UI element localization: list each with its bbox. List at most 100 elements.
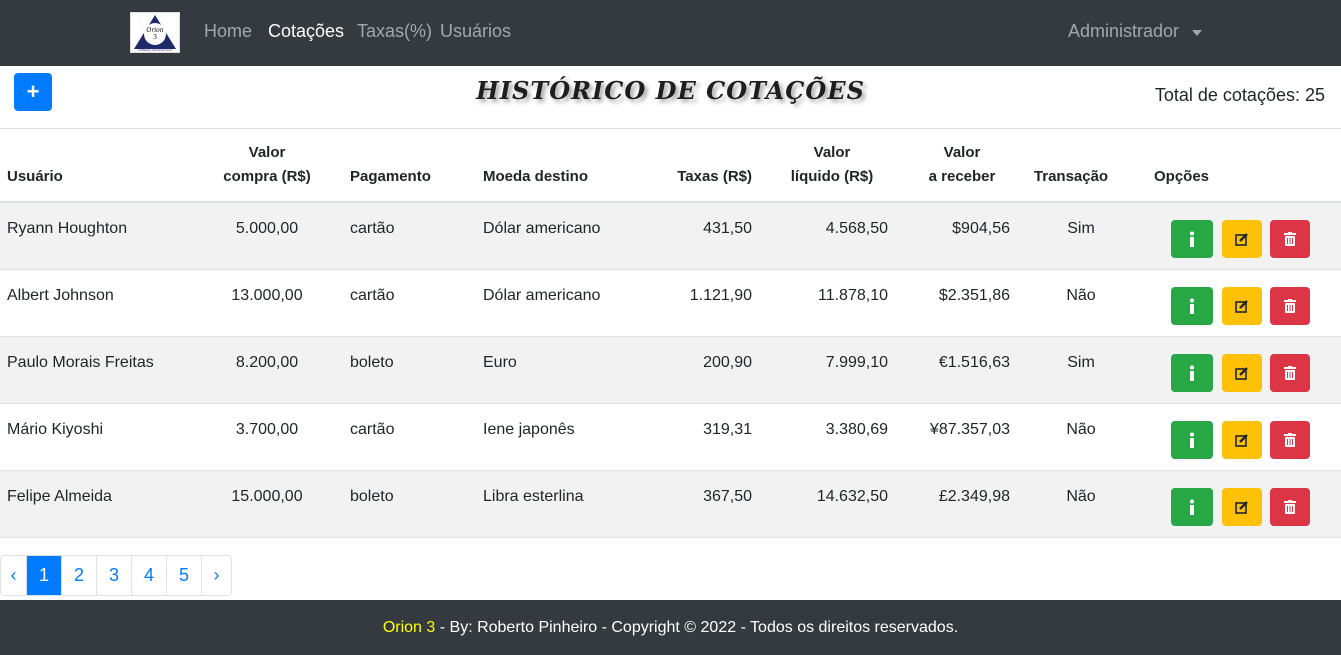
col-header-valor-compra[interactable]: Valor compra (R$) — [207, 141, 327, 189]
table-top-border — [0, 128, 1341, 129]
cell-taxas: 200,90 — [703, 354, 752, 371]
cell-valor-compra: 5.000,00 — [235, 220, 299, 237]
nav-home-link[interactable]: Home — [204, 21, 252, 42]
edit-button[interactable] — [1222, 421, 1262, 459]
cell-pagamento: boleto — [350, 488, 394, 505]
delete-button[interactable] — [1270, 488, 1310, 526]
info-icon — [1190, 365, 1194, 381]
cell-usuario: Albert Johnson — [7, 287, 114, 304]
table-row: Felipe Almeida 15.000,00 boleto Libra es… — [0, 471, 1341, 538]
cell-valor-liquido: 7.999,10 — [825, 354, 888, 371]
info-button[interactable] — [1171, 287, 1213, 325]
cell-transacao: Não — [1066, 421, 1096, 438]
nav-taxas-link[interactable]: Taxas(%) — [357, 21, 432, 42]
cell-valor-compra: 3.700,00 — [235, 421, 299, 438]
cell-valor-receber: €1.516,63 — [938, 354, 1010, 371]
cell-transacao: Não — [1066, 287, 1096, 304]
cell-valor-liquido: 11.878,10 — [818, 287, 888, 304]
info-icon — [1190, 499, 1194, 515]
delete-button[interactable] — [1270, 354, 1310, 392]
cell-valor-liquido: 3.380,69 — [825, 421, 888, 438]
edit-icon — [1235, 367, 1248, 380]
cell-moeda: Iene japonês — [483, 421, 575, 438]
edit-icon — [1235, 501, 1248, 514]
info-icon — [1190, 432, 1194, 448]
cell-valor-receber: £2.349,98 — [938, 488, 1010, 505]
cell-transacao: Não — [1066, 488, 1096, 505]
edit-button[interactable] — [1222, 287, 1262, 325]
trash-icon — [1284, 500, 1296, 514]
cell-valor-liquido: 4.568,50 — [825, 220, 888, 237]
pagination-next[interactable]: › — [201, 556, 231, 595]
trash-icon — [1284, 433, 1296, 447]
col-header-valor-receber[interactable]: Valor a receber — [912, 141, 1012, 189]
col-header-moeda-destino[interactable]: Moeda destino — [483, 165, 588, 189]
cell-moeda: Dólar americano — [483, 287, 601, 304]
info-button[interactable] — [1171, 488, 1213, 526]
pagination: ‹ 1 2 3 4 5 › — [0, 555, 232, 596]
cell-taxas: 367,50 — [703, 488, 752, 505]
pagination-page-3[interactable]: 3 — [96, 556, 131, 595]
logo-text-num: 3 — [153, 34, 157, 41]
user-menu-dropdown[interactable]: Administrador — [1068, 21, 1179, 42]
footer-brand: Orion 3 — [382, 619, 436, 636]
cell-valor-compra: 13.000,00 — [231, 287, 303, 304]
edit-button[interactable] — [1222, 488, 1262, 526]
nav-usuarios-link[interactable]: Usuários — [440, 21, 511, 42]
trash-icon — [1284, 366, 1296, 380]
trash-icon — [1284, 299, 1296, 313]
pagination-prev[interactable]: ‹ — [1, 556, 26, 595]
col-header-usuario[interactable]: Usuário — [7, 165, 63, 189]
cell-usuario: Mário Kiyoshi — [7, 421, 104, 438]
col-header-opcoes: Opções — [1154, 168, 1210, 185]
cell-pagamento: cartão — [350, 421, 395, 438]
cell-taxas: 1.121,90 — [689, 287, 752, 304]
nav-cotacoes-link[interactable]: Cotações — [268, 21, 344, 42]
delete-button[interactable] — [1270, 220, 1310, 258]
cell-transacao: Sim — [1067, 220, 1095, 237]
info-button[interactable] — [1171, 421, 1213, 459]
info-button[interactable] — [1171, 220, 1213, 258]
cell-valor-receber: $2.351,86 — [938, 287, 1010, 304]
info-button[interactable] — [1171, 354, 1213, 392]
cell-usuario: Felipe Almeida — [7, 488, 112, 505]
logo-text-top: Orion — [146, 27, 163, 34]
edit-icon — [1235, 434, 1248, 447]
table-row: Paulo Morais Freitas 8.200,00 boleto Eur… — [0, 337, 1341, 404]
info-icon — [1190, 298, 1194, 314]
col-header-pagamento[interactable]: Pagamento — [350, 165, 431, 189]
cell-moeda: Dólar americano — [483, 220, 601, 237]
cell-transacao: Sim — [1067, 354, 1095, 371]
cell-pagamento: cartão — [350, 287, 395, 304]
edit-button[interactable] — [1222, 354, 1262, 392]
cell-taxas: 319,31 — [703, 421, 752, 438]
logo-subtitle: software development — [138, 48, 172, 52]
pagination-page-2[interactable]: 2 — [61, 556, 96, 595]
delete-button[interactable] — [1270, 287, 1310, 325]
col-header-transacao[interactable]: Transação — [1026, 165, 1116, 189]
cell-valor-receber: ¥87.357,03 — [929, 421, 1010, 438]
cell-moeda: Libra esterlina — [483, 488, 584, 505]
table-row: Mário Kiyoshi 3.700,00 cartão Iene japon… — [0, 404, 1341, 471]
footer-copyright: - By: Roberto Pinheiro - Copyright © 202… — [435, 619, 959, 636]
cell-usuario: Ryann Houghton — [7, 220, 128, 237]
orion-logo[interactable]: Orion 3 software development — [130, 12, 180, 53]
total-quotations-count: Total de cotações: 25 — [1154, 85, 1325, 105]
chevron-down-icon[interactable] — [1192, 30, 1202, 36]
col-header-valor-liquido[interactable]: Valor líquido (R$) — [772, 141, 892, 189]
top-navbar: Orion 3 software development Home Cotaçõ… — [0, 0, 1341, 66]
pagination-page-5[interactable]: 5 — [166, 556, 201, 595]
footer: Orion 3 - By: Roberto Pinheiro - Copyrig… — [0, 600, 1341, 655]
pagination-page-4[interactable]: 4 — [131, 556, 166, 595]
cell-valor-compra: 8.200,00 — [235, 354, 299, 371]
cell-pagamento: boleto — [350, 354, 394, 371]
cell-valor-liquido: 14.632,50 — [816, 488, 888, 505]
cell-pagamento: cartão — [350, 220, 395, 237]
col-header-taxas[interactable]: Taxas (R$) — [652, 165, 752, 189]
delete-button[interactable] — [1270, 421, 1310, 459]
pagination-page-1[interactable]: 1 — [26, 556, 61, 595]
table-row: Ryann Houghton 5.000,00 cartão Dólar ame… — [0, 203, 1341, 270]
info-icon — [1190, 231, 1194, 247]
edit-button[interactable] — [1222, 220, 1262, 258]
cell-moeda: Euro — [483, 354, 517, 371]
